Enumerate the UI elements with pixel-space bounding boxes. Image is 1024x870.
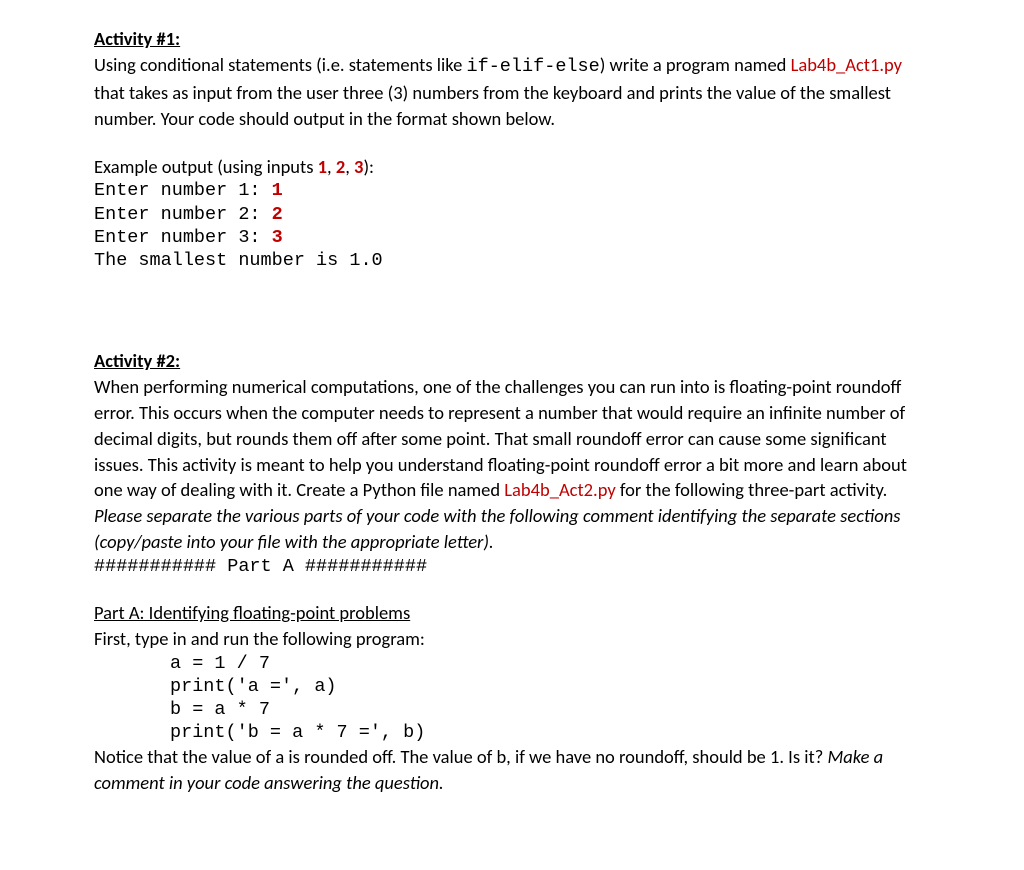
example-input-2: 2 bbox=[336, 155, 345, 178]
output-line-2: Enter number 2: 2 bbox=[94, 203, 934, 226]
output-line-3-val: 3 bbox=[272, 227, 283, 248]
activity-2-section: Activity #2: When performing numerical c… bbox=[94, 348, 934, 796]
activity-1-heading: Activity #1: bbox=[94, 26, 934, 52]
output-line-2-prompt: Enter number 2: bbox=[94, 204, 272, 225]
part-a-intro: First, type in and run the following pro… bbox=[94, 626, 934, 652]
output-line-1-prompt: Enter number 1: bbox=[94, 180, 272, 201]
code-line-3: b = a * 7 bbox=[170, 698, 934, 721]
example-comma-2: , bbox=[345, 155, 354, 178]
activity-2-filename: Lab4b_Act2.py bbox=[504, 478, 615, 501]
activity-2-divider: ########### Part A ########### bbox=[94, 555, 934, 578]
code-line-1: a = 1 / 7 bbox=[170, 652, 934, 675]
activity-1-text-post: that takes as input from the user three … bbox=[94, 81, 891, 130]
activity-2-italic-instructions: Please separate the various parts of you… bbox=[94, 504, 900, 553]
activity-1-output-block: Enter number 1: 1 Enter number 2: 2 Ente… bbox=[94, 179, 934, 272]
example-input-1: 1 bbox=[318, 155, 327, 178]
part-a-notice: Notice that the value of a is rounded of… bbox=[94, 744, 934, 796]
activity-2-paragraph: When performing numerical computations, … bbox=[94, 374, 934, 555]
output-line-1-val: 1 bbox=[272, 180, 283, 201]
activity-1-filename: Lab4b_Act1.py bbox=[791, 53, 902, 76]
activity-2-heading: Activity #2: bbox=[94, 348, 934, 374]
activity-1-text-mid: ) write a program named bbox=[600, 53, 791, 76]
output-line-1: Enter number 1: 1 bbox=[94, 179, 934, 202]
output-line-4: The smallest number is 1.0 bbox=[94, 249, 934, 272]
part-a-notice-text: Notice that the value of a is rounded of… bbox=[94, 745, 827, 768]
part-a-code-block: a = 1 / 7 print('a =', a) b = a * 7 prin… bbox=[94, 652, 934, 745]
output-line-3: Enter number 3: 3 bbox=[94, 226, 934, 249]
output-line-3-prompt: Enter number 3: bbox=[94, 227, 272, 248]
activity-1-paragraph: Using conditional statements (i.e. state… bbox=[94, 52, 934, 132]
activity-1-section: Activity #1: Using conditional statement… bbox=[94, 26, 934, 272]
part-a-heading-text: Part A: Identifying floating-point probl… bbox=[94, 601, 410, 624]
part-a-heading: Part A: Identifying floating-point probl… bbox=[94, 600, 934, 626]
activity-1-text-pre: Using conditional statements (i.e. state… bbox=[94, 53, 467, 76]
output-line-2-val: 2 bbox=[272, 204, 283, 225]
example-label-post: ): bbox=[363, 155, 374, 178]
activity-1-code-conditional: if-elif-else bbox=[467, 56, 600, 77]
activity-2-text-mid: for the following three-part activity. bbox=[616, 478, 888, 501]
example-label-pre: Example output (using inputs bbox=[94, 155, 318, 178]
activity-1-example-label: Example output (using inputs 1, 2, 3): bbox=[94, 154, 934, 180]
code-line-4: print('b = a * 7 =', b) bbox=[170, 721, 934, 744]
code-line-2: print('a =', a) bbox=[170, 675, 934, 698]
example-comma-1: , bbox=[327, 155, 336, 178]
